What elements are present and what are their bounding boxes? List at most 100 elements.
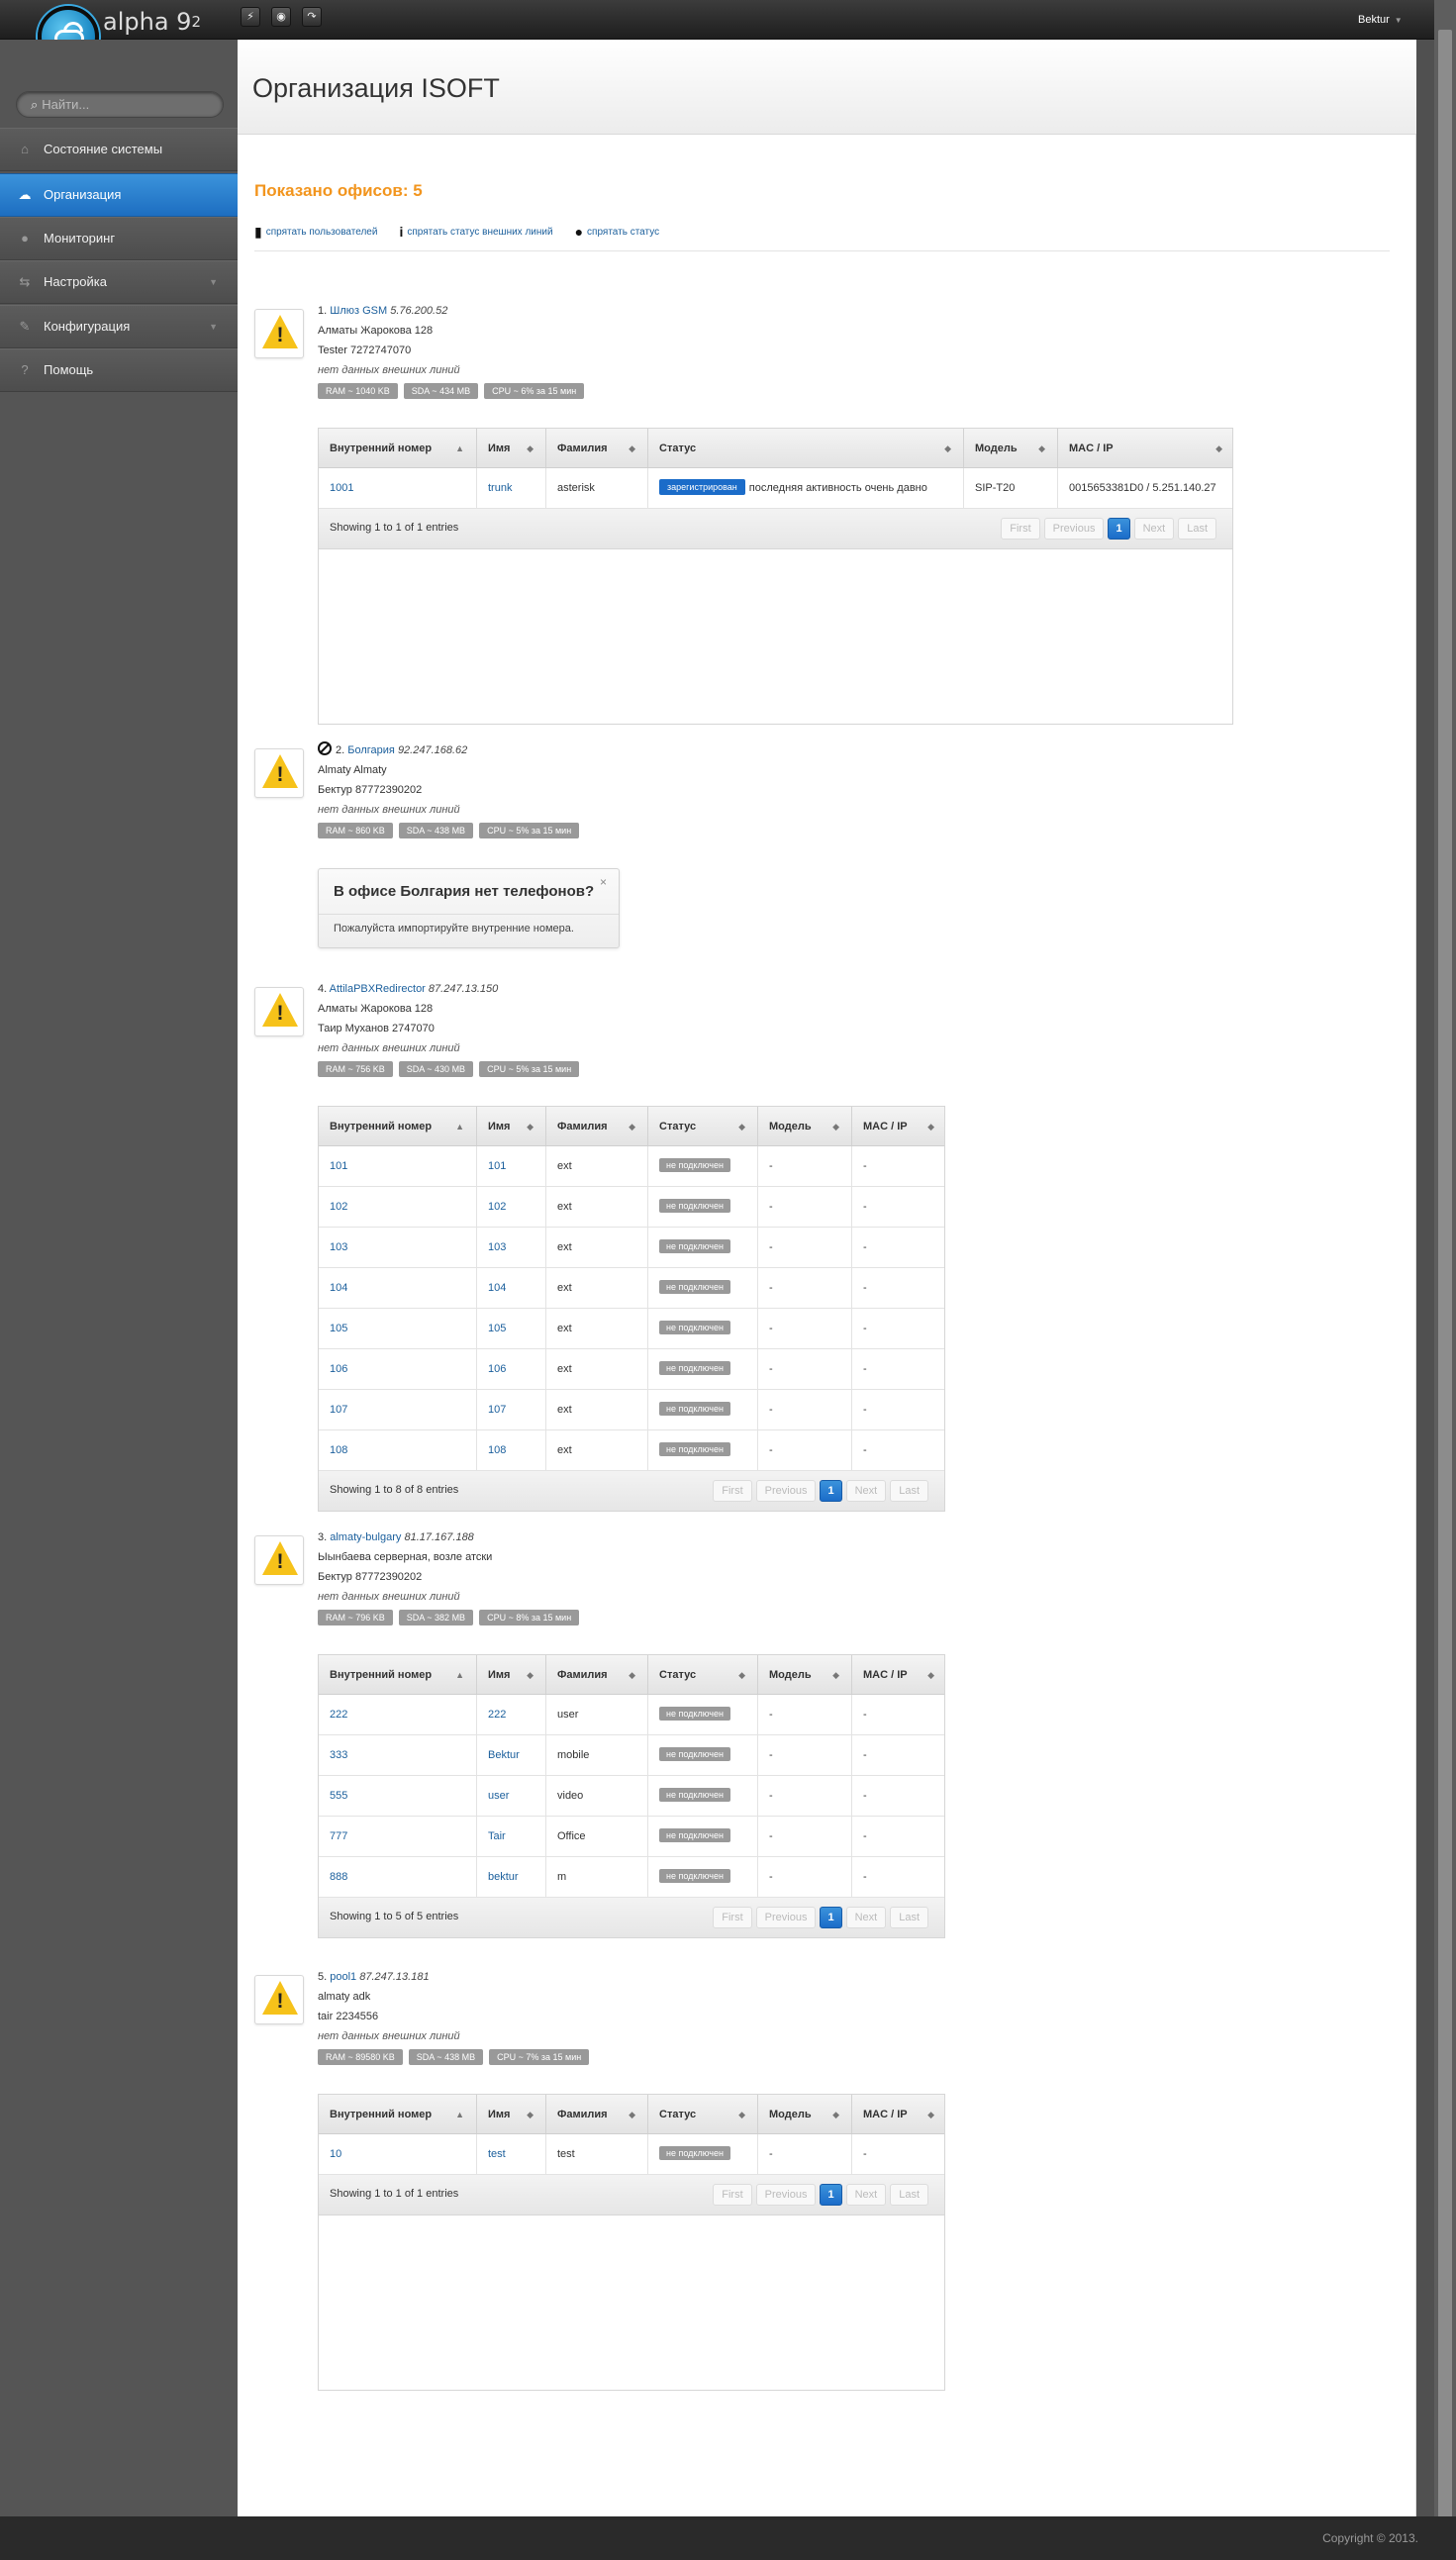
refresh-icon[interactable]: ↷ [302, 7, 322, 27]
user-menu[interactable]: Bektur ▼ [1358, 14, 1403, 26]
pagination-next[interactable]: Next [845, 1907, 887, 1928]
column-header[interactable]: Модель ◆ [757, 1107, 851, 1145]
pagination-1[interactable]: 1 [820, 2184, 842, 2206]
name-link[interactable]: 102 [488, 1201, 506, 1213]
column-header[interactable]: MAC / IP ◆ [851, 1655, 946, 1694]
column-header[interactable]: Внутренний номер ▲ [319, 429, 476, 467]
name-link[interactable]: 101 [488, 1160, 506, 1172]
pagination-previous[interactable]: Previous [1043, 518, 1105, 540]
pagination-1[interactable]: 1 [820, 1480, 842, 1502]
extension-link[interactable]: 1001 [330, 482, 353, 494]
column-header[interactable]: Внутренний номер ▲ [319, 1655, 476, 1694]
column-header[interactable]: Имя ◆ [476, 429, 545, 467]
column-header[interactable]: Модель ◆ [757, 2095, 851, 2133]
pagination-1[interactable]: 1 [820, 1907, 842, 1928]
column-header[interactable]: Внутренний номер ▲ [319, 2095, 476, 2133]
pagination-previous[interactable]: Previous [755, 2184, 817, 2206]
office-address: Ыынбаева серверная, возле атски [318, 1551, 493, 1563]
search-input[interactable]: ⌕ Найти... [16, 91, 224, 118]
extension-link[interactable]: 555 [330, 1790, 347, 1802]
pagination-last[interactable]: Last [890, 2184, 928, 2206]
pagination-previous[interactable]: Previous [755, 1480, 817, 1502]
shuffle-icon[interactable]: ⚡ [241, 7, 260, 27]
extension-link[interactable]: 333 [330, 1749, 347, 1761]
name-link[interactable]: 103 [488, 1241, 506, 1253]
name-link[interactable]: Tair [488, 1830, 506, 1842]
column-header[interactable]: Статус ◆ [647, 429, 963, 467]
pagination-last[interactable]: Last [1178, 518, 1216, 540]
brand-name: alpha 92 [103, 8, 201, 36]
extension-link[interactable]: 102 [330, 1201, 347, 1213]
name-link[interactable]: user [488, 1790, 509, 1802]
pagination-1[interactable]: 1 [1108, 518, 1130, 540]
pagination-next[interactable]: Next [1133, 518, 1175, 540]
name-link[interactable]: 107 [488, 1404, 506, 1416]
sidebar-item-3[interactable]: ⇆ Настройка ▼ [0, 260, 238, 304]
sidebar-item-5[interactable]: ? Помощь [0, 348, 238, 392]
scrollbar-thumb[interactable] [1438, 30, 1452, 2524]
extension-link[interactable]: 105 [330, 1323, 347, 1334]
column-header[interactable]: MAC / IP ◆ [851, 2095, 946, 2133]
office-name-link[interactable]: Шлюз GSM [330, 305, 387, 317]
pagination-first[interactable]: First [1001, 518, 1040, 540]
column-header[interactable]: Имя ◆ [476, 1655, 545, 1694]
pagination-last[interactable]: Last [890, 1480, 928, 1502]
extension-link[interactable]: 888 [330, 1871, 347, 1883]
column-header[interactable]: Внутренний номер ▲ [319, 1107, 476, 1145]
pagination-first[interactable]: First [713, 1907, 752, 1928]
extension-link[interactable]: 10 [330, 2148, 341, 2160]
name-link[interactable]: 108 [488, 1444, 506, 1456]
column-header-label: Модель [769, 2109, 812, 2120]
column-header[interactable]: MAC / IP ◆ [1057, 429, 1234, 467]
office-name-link[interactable]: Болгария [347, 744, 395, 756]
pagination-next[interactable]: Next [845, 1480, 887, 1502]
column-header[interactable]: Фамилия ◆ [545, 429, 647, 467]
extension-link[interactable]: 107 [330, 1404, 347, 1416]
column-header[interactable]: Фамилия ◆ [545, 1107, 647, 1145]
extension-link[interactable]: 777 [330, 1830, 347, 1842]
column-header[interactable]: Фамилия ◆ [545, 1655, 647, 1694]
office-name-link[interactable]: pool1 [330, 1971, 356, 1983]
name-link[interactable]: test [488, 2148, 506, 2160]
name-link[interactable]: trunk [488, 482, 512, 494]
column-header[interactable]: Модель ◆ [963, 429, 1057, 467]
close-icon[interactable]: × [600, 875, 607, 889]
column-header[interactable]: Статус ◆ [647, 1655, 757, 1694]
name-link[interactable]: 222 [488, 1709, 506, 1721]
pagination-first[interactable]: First [713, 2184, 752, 2206]
sidebar-item-4[interactable]: ✎ Конфигурация ▼ [0, 305, 238, 348]
column-header[interactable]: Имя ◆ [476, 2095, 545, 2133]
sidebar-item-2[interactable]: ● Мониторинг [0, 217, 238, 260]
office-name-link[interactable]: AttilaPBXRedirector [330, 983, 426, 995]
office-name-link[interactable]: almaty-bulgary [330, 1531, 401, 1543]
name-link[interactable]: 106 [488, 1363, 506, 1375]
pagination-first[interactable]: First [713, 1480, 752, 1502]
pagination-last[interactable]: Last [890, 1907, 928, 1928]
sidebar-item-1[interactable]: ☁ Организация [0, 173, 238, 217]
name-link[interactable]: Bektur [488, 1749, 520, 1761]
eye-icon[interactable]: ◉ [271, 7, 291, 27]
column-header[interactable]: Имя ◆ [476, 1107, 545, 1145]
column-header[interactable]: MAC / IP ◆ [851, 1107, 946, 1145]
toggle-link-1[interactable]: i спрятать статус внешних линий [399, 224, 552, 240]
column-header[interactable]: Фамилия ◆ [545, 2095, 647, 2133]
toggle-link-0[interactable]: ▮ спрятать пользователей [254, 224, 377, 241]
column-header[interactable]: Модель ◆ [757, 1655, 851, 1694]
pagination-next[interactable]: Next [845, 2184, 887, 2206]
scrollbar[interactable] [1434, 0, 1456, 2560]
name-link[interactable]: bektur [488, 1871, 519, 1883]
extension-link[interactable]: 222 [330, 1709, 347, 1721]
column-header[interactable]: Статус ◆ [647, 1107, 757, 1145]
extension-link[interactable]: 101 [330, 1160, 347, 1172]
extension-link[interactable]: 103 [330, 1241, 347, 1253]
extension-link[interactable]: 104 [330, 1282, 347, 1294]
extension-link[interactable]: 108 [330, 1444, 347, 1456]
extension-link[interactable]: 106 [330, 1363, 347, 1375]
toggle-link-2[interactable]: ● спрятать статус [575, 224, 660, 240]
name-link[interactable]: 105 [488, 1323, 506, 1334]
column-header[interactable]: Статус ◆ [647, 2095, 757, 2133]
mac-ip: - [863, 1871, 867, 1883]
pagination-previous[interactable]: Previous [755, 1907, 817, 1928]
sidebar-item-0[interactable]: ⌂ Состояние системы [0, 128, 238, 171]
name-link[interactable]: 104 [488, 1282, 506, 1294]
